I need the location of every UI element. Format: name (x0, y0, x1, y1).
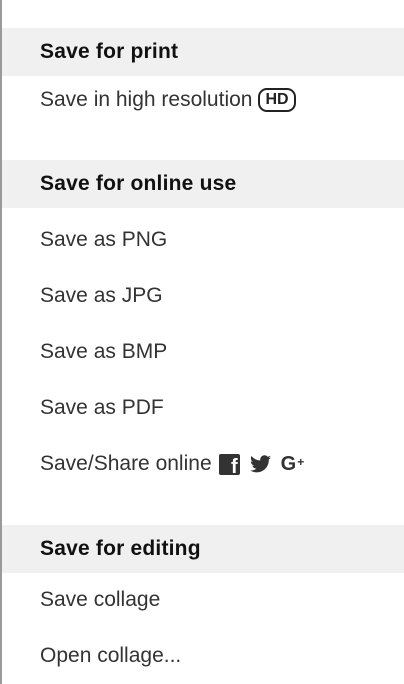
twitter-icon (249, 455, 271, 473)
hd-badge-icon: HD (258, 88, 296, 112)
save-collage-item[interactable]: Save collage (40, 580, 160, 620)
section-header-editing: Save for editing (2, 525, 404, 573)
save-as-png-item[interactable]: Save as PNG (40, 220, 167, 260)
facebook-icon: f (218, 453, 240, 477)
open-collage-item[interactable]: Open collage... (40, 636, 181, 676)
save-as-pdf-item[interactable]: Save as PDF (40, 388, 164, 428)
section-header-print: Save for print (2, 28, 404, 76)
section-header-online: Save for online use (2, 160, 404, 208)
save-menu: Save for print Save in high resolution H… (0, 0, 404, 684)
save-share-online-label: Save/Share online (40, 452, 212, 475)
save-high-resolution-label: Save in high resolution (40, 88, 253, 111)
save-as-jpg-item[interactable]: Save as JPG (40, 276, 163, 316)
save-as-bmp-item[interactable]: Save as BMP (40, 332, 167, 372)
social-icons: f G + (218, 453, 305, 477)
menu-left-border (0, 0, 2, 684)
save-share-online-item[interactable]: Save/Share online f G + (40, 444, 304, 484)
save-high-resolution-item[interactable]: Save in high resolution HD (40, 80, 296, 120)
google-plus-icon: G + (280, 453, 305, 475)
